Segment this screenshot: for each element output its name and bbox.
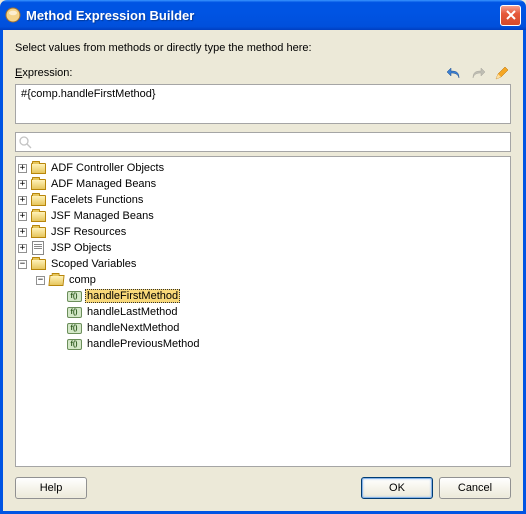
folder-icon — [30, 162, 46, 175]
folder-icon — [30, 226, 46, 239]
expression-label: Expression: — [15, 67, 445, 79]
tree-node[interactable]: f()handleNextMethod — [18, 320, 508, 336]
folder-open-icon — [48, 274, 64, 287]
expand-toggle[interactable]: + — [18, 244, 27, 253]
page-icon — [30, 242, 46, 255]
tree-node-label: Facelets Functions — [49, 193, 145, 207]
dialog-body: Select values from methods or directly t… — [0, 30, 526, 514]
tree-node-label: JSF Managed Beans — [49, 209, 156, 223]
tree-node[interactable]: + ADF Controller Objects — [18, 160, 508, 176]
undo-icon — [446, 65, 462, 81]
object-tree: + ADF Controller Objects + ADF Managed Bean… — [18, 160, 508, 352]
pencil-icon — [494, 65, 510, 81]
button-row: Help OK Cancel — [15, 477, 511, 499]
method-icon: f() — [66, 306, 82, 319]
tree-node-label: handleFirstMethod — [85, 289, 180, 303]
edit-button[interactable] — [493, 64, 511, 82]
tree-node[interactable]: − comp — [18, 272, 508, 288]
tree-node-label: ADF Managed Beans — [49, 177, 158, 191]
toggle-spacer — [54, 308, 63, 317]
folder-icon — [30, 178, 46, 191]
folder-icon — [30, 210, 46, 223]
tree-node[interactable]: + JSF Resources — [18, 224, 508, 240]
tree-node-label: handlePreviousMethod — [85, 337, 202, 351]
tree-node-label: handleNextMethod — [85, 321, 181, 335]
expand-toggle[interactable]: + — [18, 180, 27, 189]
search-input[interactable] — [15, 132, 511, 152]
tree-node[interactable]: + Facelets Functions — [18, 192, 508, 208]
tree-panel[interactable]: + ADF Controller Objects + ADF Managed Bean… — [15, 156, 511, 467]
tree-node[interactable]: f()handleFirstMethod — [18, 288, 508, 304]
method-icon: f() — [66, 290, 82, 303]
toggle-spacer — [54, 324, 63, 333]
redo-button[interactable] — [469, 64, 487, 82]
ok-button[interactable]: OK — [361, 477, 433, 499]
tree-node[interactable]: + JSF Managed Beans — [18, 208, 508, 224]
expand-toggle[interactable]: + — [18, 196, 27, 205]
tree-node[interactable]: + ADF Managed Beans — [18, 176, 508, 192]
expression-toolbar — [445, 64, 511, 82]
tree-node-label: JSP Objects — [49, 241, 113, 255]
folder-icon — [30, 258, 46, 271]
instruction-text: Select values from methods or directly t… — [15, 42, 511, 54]
expand-toggle[interactable]: + — [18, 212, 27, 221]
tree-node[interactable]: f()handleLastMethod — [18, 304, 508, 320]
folder-icon — [30, 194, 46, 207]
window-title: Method Expression Builder — [26, 8, 500, 23]
expression-input[interactable] — [15, 84, 511, 124]
collapse-toggle[interactable]: − — [18, 260, 27, 269]
help-button[interactable]: Help — [15, 477, 87, 499]
expand-toggle[interactable]: + — [18, 228, 27, 237]
cancel-button[interactable]: Cancel — [439, 477, 511, 499]
tree-node-label: ADF Controller Objects — [49, 161, 166, 175]
tree-node[interactable]: + JSP Objects — [18, 240, 508, 256]
app-icon — [5, 7, 21, 23]
titlebar[interactable]: Method Expression Builder — [0, 0, 526, 30]
redo-icon — [470, 65, 486, 81]
close-button[interactable] — [500, 5, 521, 26]
undo-button[interactable] — [445, 64, 463, 82]
tree-node-label: Scoped Variables — [49, 257, 138, 271]
method-icon: f() — [66, 338, 82, 351]
toggle-spacer — [54, 292, 63, 301]
tree-node-label: JSF Resources — [49, 225, 128, 239]
method-icon: f() — [66, 322, 82, 335]
tree-node[interactable]: − Scoped Variables — [18, 256, 508, 272]
tree-node-label: handleLastMethod — [85, 305, 180, 319]
toggle-spacer — [54, 340, 63, 349]
close-icon — [506, 10, 516, 20]
expand-toggle[interactable]: + — [18, 164, 27, 173]
tree-node[interactable]: f()handlePreviousMethod — [18, 336, 508, 352]
collapse-toggle[interactable]: − — [36, 276, 45, 285]
tree-node-label: comp — [67, 273, 98, 287]
